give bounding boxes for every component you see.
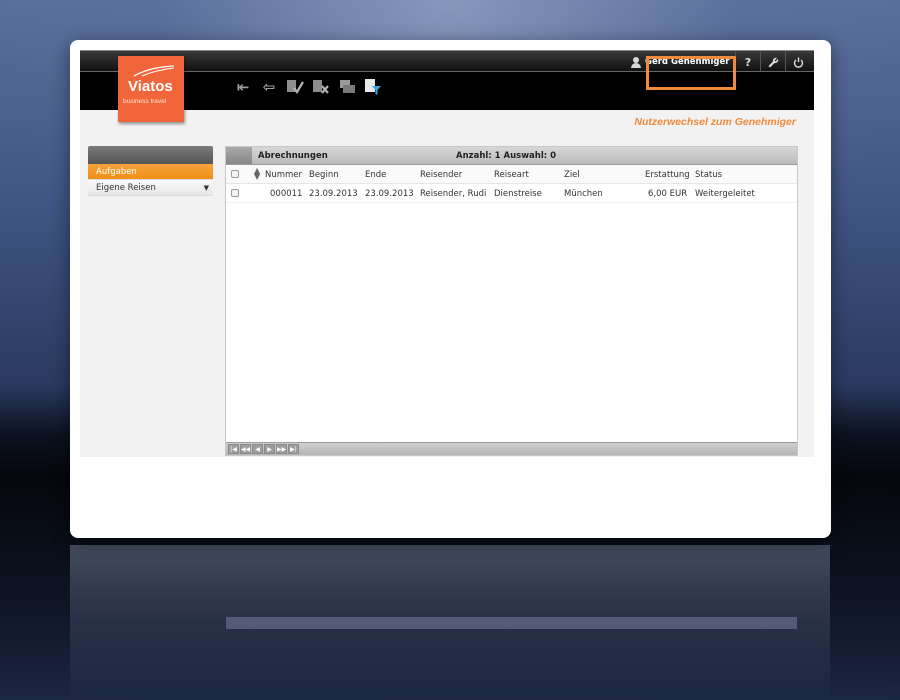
print-icon[interactable] (336, 76, 358, 98)
selection-count: Anzahl: 1 Auswahl: 0 (456, 151, 557, 161)
top-icons: ? (735, 51, 810, 73)
column-header-erstattung[interactable]: Erstattung (645, 170, 690, 180)
column-header-reisender[interactable]: Reisender (420, 170, 462, 180)
table-row[interactable]: 000011 23.09.2013 23.09.2013 Reisender, … (226, 184, 797, 203)
last-page-icon[interactable]: ▶| (288, 444, 299, 454)
user-highlight-box (646, 56, 736, 90)
table-header-row: ▲ ▼ Nummer Beginn Ende Reisender Reiseart… (226, 165, 797, 184)
select-all-checkbox[interactable] (231, 170, 239, 178)
column-header-ziel[interactable]: Ziel (564, 170, 580, 180)
sidebar-item-eigene-reisen[interactable]: Eigene Reisen ▼ (88, 180, 213, 196)
sidebar-header (88, 146, 213, 164)
toolbar-icons: ⇤ ⇦ (232, 76, 384, 98)
back-first-icon[interactable]: ⇤ (232, 76, 254, 98)
cell-beginn: 23.09.2013 (309, 189, 358, 199)
screenshot-frame: Gerd Genehmiger ? ⇤ ⇦ Viatos business tr… (70, 40, 831, 538)
reject-icon[interactable] (310, 76, 332, 98)
column-header-beginn[interactable]: Beginn (309, 170, 339, 180)
panel-header-cap (226, 147, 252, 164)
column-header-reiseart[interactable]: Reiseart (494, 170, 529, 180)
reflection-bar (226, 617, 797, 629)
column-header-nummer[interactable]: Nummer (265, 170, 302, 180)
power-icon[interactable] (785, 51, 810, 73)
sort-icon[interactable]: ▲ ▼ (254, 167, 260, 181)
abrechnungen-panel: Abrechnungen Anzahl: 1 Auswahl: 0 ▲ ▼ Num… (225, 146, 798, 456)
user-icon (631, 56, 641, 68)
cell-reisender: Reisender, Rudi (420, 189, 487, 199)
logo-subtitle: business travel (123, 98, 167, 105)
viatos-logo[interactable]: Viatos business travel (118, 56, 184, 122)
approve-icon[interactable] (284, 76, 306, 98)
sidebar-item-aufgaben[interactable]: Aufgaben (88, 164, 213, 180)
chevron-down-icon: ▼ (203, 184, 209, 192)
prev-block-icon[interactable]: ◀◀ (240, 444, 251, 454)
sidebar-item-label: Eigene Reisen (96, 183, 156, 193)
sidebar-item-label: Aufgaben (96, 167, 137, 177)
app-window: Gerd Genehmiger ? ⇤ ⇦ Viatos business tr… (80, 50, 814, 457)
results-table: ▲ ▼ Nummer Beginn Ende Reisender Reiseart… (226, 165, 797, 203)
row-checkbox[interactable] (231, 189, 239, 197)
cell-ende: 23.09.2013 (365, 189, 414, 199)
cell-erstattung: 6,00 EUR (648, 189, 688, 199)
next-block-icon[interactable]: ▶▶ (276, 444, 287, 454)
logo-name: Viatos (128, 78, 173, 95)
logo-swoosh-icon (133, 65, 175, 77)
screen-reflection (70, 545, 830, 700)
sidebar: Aufgaben Eigene Reisen ▼ (88, 146, 213, 196)
page-subtitle: Nutzerwechsel zum Genehmiger (634, 116, 796, 128)
cell-status: Weitergeleitet (695, 189, 755, 199)
help-icon[interactable]: ? (735, 51, 760, 73)
first-page-icon[interactable]: |◀ (228, 444, 239, 454)
wrench-icon[interactable] (760, 51, 785, 73)
cell-nummer: 000011 (270, 189, 303, 199)
pagination-bar: |◀ ◀◀ ◀ ▶ ▶▶ ▶| (226, 442, 797, 455)
back-icon[interactable]: ⇦ (258, 76, 280, 98)
next-page-icon[interactable]: ▶ (264, 444, 275, 454)
panel-title: Abrechnungen (258, 151, 328, 161)
filter-icon[interactable] (362, 76, 384, 98)
column-header-status[interactable]: Status (695, 170, 722, 180)
cell-reiseart: Dienstreise (494, 189, 542, 199)
column-header-ende[interactable]: Ende (365, 170, 386, 180)
panel-header: Abrechnungen Anzahl: 1 Auswahl: 0 (226, 147, 797, 165)
prev-page-icon[interactable]: ◀ (252, 444, 263, 454)
cell-ziel: München (564, 189, 603, 199)
